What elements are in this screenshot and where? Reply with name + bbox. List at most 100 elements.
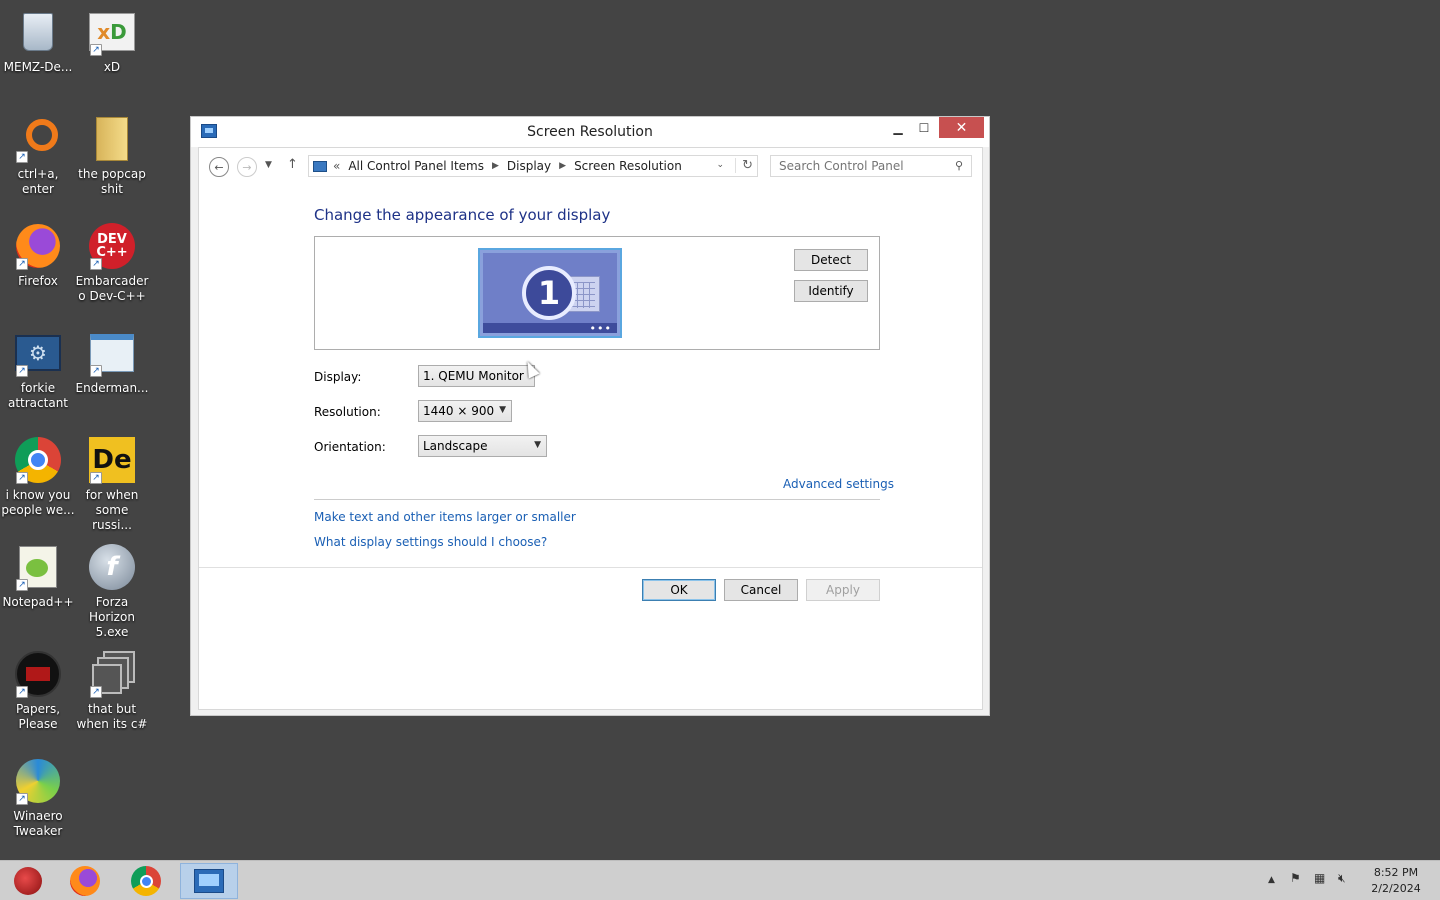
desktop-icon-de[interactable]: De ↗ for when some russi... xyxy=(74,436,150,533)
refresh-icon[interactable]: ↻ xyxy=(735,158,753,173)
desktop-icon-label: ctrl+a, enter xyxy=(17,167,59,196)
desktop-icon-label: Winaero Tweaker xyxy=(13,809,63,838)
desktop-icon-ctrl-a-enter[interactable]: ↗ ctrl+a, enter xyxy=(0,115,76,197)
identify-button[interactable]: Identify xyxy=(794,280,868,302)
monitor-panel: 1 ••• Detect Identify xyxy=(314,236,880,350)
taskbar-chrome[interactable] xyxy=(118,863,174,899)
monitor-thumbnail[interactable]: 1 ••• xyxy=(478,248,622,338)
chevron-right-icon[interactable]: ▶ xyxy=(492,161,499,171)
window-title: Screen Resolution xyxy=(527,124,653,140)
breadcrumb-screen-resolution[interactable]: Screen Resolution xyxy=(574,159,682,173)
desktop-icon-notepadpp[interactable]: ↗ Notepad++ xyxy=(0,543,76,610)
search-input[interactable] xyxy=(779,159,939,173)
taskbar-control-panel[interactable] xyxy=(180,863,238,899)
firefox-icon: ↗ xyxy=(14,222,62,270)
desktop-icon-devcpp[interactable]: DEV C++ ↗ Embarcadero Dev-C++ xyxy=(74,222,150,304)
desktop-icon-label: Enderman... xyxy=(75,381,149,395)
ok-button[interactable]: OK xyxy=(642,579,716,601)
desktop-icon-enderman[interactable]: ↗ Enderman... xyxy=(74,329,150,396)
display-label: Display: xyxy=(314,370,362,384)
orientation-label: Orientation: xyxy=(314,440,386,454)
desktop-icon-memz[interactable]: MEMZ-De... xyxy=(0,8,76,75)
desktop-icon-csharp[interactable]: ↗ that but when its c# xyxy=(74,650,150,732)
show-hidden-icons-icon[interactable]: ▲ xyxy=(1268,875,1275,885)
chevron-down-icon[interactable]: ⌄ xyxy=(716,160,724,170)
breadcrumb-all-control-panel-items[interactable]: All Control Panel Items xyxy=(348,159,484,173)
desktop-icon-label: i know you people we... xyxy=(1,488,75,517)
text-size-link[interactable]: Make text and other items larger or smal… xyxy=(314,510,576,524)
desktop-icon-chrome[interactable]: ↗ i know you people we... xyxy=(0,436,76,518)
search-box[interactable]: ⚲ xyxy=(770,155,972,177)
settings-monitor-icon: ⚙ ↗ xyxy=(14,329,62,377)
volume-muted-icon[interactable]: 🔇︎ xyxy=(1338,871,1346,886)
control-panel-icon xyxy=(313,160,327,172)
resolution-label: Resolution: xyxy=(314,405,381,419)
resolution-select[interactable]: 1440 × 900 ▼ xyxy=(418,400,512,422)
breadcrumb-display[interactable]: Display xyxy=(507,159,551,173)
page-title: Change the appearance of your display xyxy=(314,206,611,224)
desktop-icon-popcap[interactable]: the popcap shit xyxy=(74,115,150,197)
desktop-icon-firefox[interactable]: ↗ Firefox xyxy=(0,222,76,289)
display-help-link[interactable]: What display settings should I choose? xyxy=(314,535,547,549)
folder-icon xyxy=(88,115,136,163)
orientation-select[interactable]: Landscape ▼ xyxy=(418,435,547,457)
back-icon[interactable]: ← xyxy=(209,157,229,177)
desktop-icon-label: Embarcadero Dev-C++ xyxy=(75,274,149,303)
apply-button[interactable]: Apply xyxy=(806,579,880,601)
flash-icon: f xyxy=(88,543,136,591)
stacked-windows-icon: ↗ xyxy=(88,650,136,698)
desktop-icon-label: Papers, Please xyxy=(15,702,61,731)
de-app-icon: De ↗ xyxy=(88,436,136,484)
chevron-right-icon[interactable]: ▶ xyxy=(559,161,566,171)
recent-locations-icon[interactable]: ▼ xyxy=(265,160,272,170)
chevron-down-icon[interactable]: ▼ xyxy=(499,405,506,415)
desktop-icon-label: Firefox xyxy=(18,274,58,288)
control-panel-icon xyxy=(194,869,224,893)
xd-app-icon: xD ↗ xyxy=(88,8,136,56)
resolution-value: 1440 × 900 xyxy=(423,404,495,418)
display-select[interactable]: 1. QEMU Monitor xyxy=(418,365,535,387)
ornament-icon xyxy=(14,867,42,895)
clock-time: 8:52 PM xyxy=(1373,866,1419,879)
footer-divider xyxy=(199,567,982,568)
action-center-flag-icon[interactable]: ⚑ xyxy=(1290,871,1301,885)
desktop-icon-forza[interactable]: f Forza Horizon 5.exe xyxy=(74,543,150,640)
window-client: ← → ▼ ↑ « All Control Panel Items ▶ Disp… xyxy=(198,147,983,710)
search-icon[interactable]: ⚲ xyxy=(955,159,963,172)
cancel-button[interactable]: Cancel xyxy=(724,579,798,601)
desktop-icon-xd[interactable]: xD ↗ xD xyxy=(74,8,150,75)
divider xyxy=(314,499,880,500)
desktop-icon-winaero[interactable]: ↗ Winaero Tweaker xyxy=(0,757,76,839)
forward-icon[interactable]: → xyxy=(237,157,257,177)
clock[interactable]: 8:52 PM 2/2/2024 xyxy=(1356,865,1436,897)
advanced-settings-link[interactable]: Advanced settings xyxy=(783,477,894,491)
network-icon[interactable]: ▦ xyxy=(1314,871,1325,885)
desktop-icon-label: the popcap shit xyxy=(78,167,146,196)
screen-resolution-window: Screen Resolution ▁ ☐ ✕ ← → ▼ ↑ « All Co… xyxy=(190,116,990,716)
minimize-button[interactable]: ▁ xyxy=(885,117,911,138)
chrome-icon xyxy=(131,866,161,896)
title-bar[interactable]: Screen Resolution ▁ ☐ ✕ xyxy=(191,117,989,147)
orientation-value: Landscape xyxy=(423,439,488,453)
maximize-button[interactable]: ☐ xyxy=(911,117,937,138)
close-button[interactable]: ✕ xyxy=(939,117,984,138)
notepadpp-icon: ↗ xyxy=(14,543,62,591)
navigation-bar: ← → ▼ ↑ « All Control Panel Items ▶ Disp… xyxy=(199,148,982,186)
desktop-icon-label: Notepad++ xyxy=(2,595,74,609)
chrome-icon: ↗ xyxy=(14,436,62,484)
detect-button[interactable]: Detect xyxy=(794,249,868,271)
desktop-icon-label: for when some russi... xyxy=(85,488,139,532)
chevron-down-icon[interactable]: ▼ xyxy=(534,440,541,450)
taskbar-ornament-app[interactable] xyxy=(0,863,56,899)
desktop-icon-forkie[interactable]: ⚙ ↗ forkie attractant xyxy=(0,329,76,411)
taskbar-firefox[interactable] xyxy=(57,863,113,899)
up-arrow-icon[interactable]: ↑ xyxy=(287,157,298,172)
address-bar[interactable]: « All Control Panel Items ▶ Display ▶ Sc… xyxy=(308,155,758,177)
desktop-icon-papers-please[interactable]: ↗ Papers, Please xyxy=(0,650,76,732)
firefox-icon xyxy=(70,866,100,896)
taskbar: ▲ ⚑ ▦ 🔇︎ 8:52 PM 2/2/2024 xyxy=(0,860,1440,900)
recycle-bin-icon xyxy=(14,8,62,56)
winaero-icon: ↗ xyxy=(14,757,62,805)
devcpp-icon: DEV C++ ↗ xyxy=(88,222,136,270)
breadcrumb-overflow[interactable]: « xyxy=(333,159,340,173)
